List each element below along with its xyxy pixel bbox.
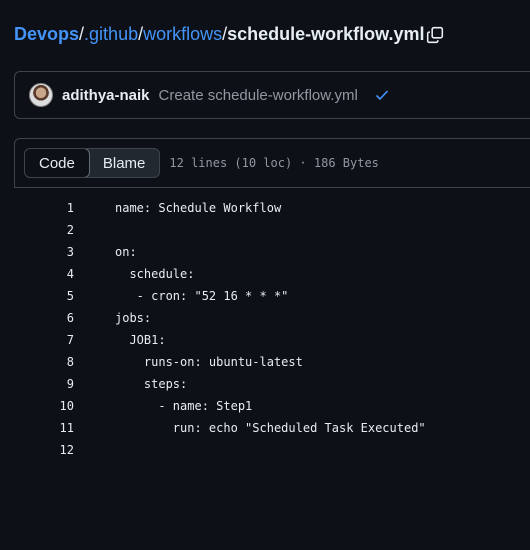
copy-path-button[interactable] [422,23,448,47]
line-content: name: Schedule Workflow [115,201,282,215]
line-number[interactable]: 8 [0,355,74,369]
commit-author[interactable]: adithya-naik [62,87,150,104]
copy-icon [426,26,444,44]
line-content: runs-on: ubuntu-latest [115,355,303,369]
line-number[interactable]: 6 [0,311,74,325]
code-line: 10 - name: Step1 [0,395,530,417]
view-toggle: Code Blame [24,148,161,178]
line-number[interactable]: 5 [0,289,74,303]
code-line: 1 name: Schedule Workflow [0,197,530,219]
breadcrumb-github-link[interactable]: .github [84,24,138,45]
check-icon [374,87,390,103]
code-line: 2 [0,219,530,241]
line-number[interactable]: 2 [0,223,74,237]
line-number[interactable]: 11 [0,421,74,435]
line-content: schedule: [115,267,195,281]
code-line: 12 [0,439,530,461]
line-content: jobs: [115,311,152,325]
file-header: Code Blame 12 lines (10 loc) · 186 Bytes [14,138,530,188]
breadcrumb-workflows-link[interactable]: workflows [143,24,222,45]
breadcrumb-file-name: schedule-workflow.yml [227,24,425,44]
code-view: 1 name: Schedule Workflow 2 3 on: 4 schedule:… [0,197,530,461]
line-content: - name: Step1 [115,399,253,413]
code-line: 5 - cron: "52 16 * * *" [0,285,530,307]
tab-code[interactable]: Code [25,149,90,177]
line-content: - cron: "52 16 * * *" [115,289,289,303]
line-number[interactable]: 12 [0,443,74,457]
line-number[interactable]: 4 [0,267,74,281]
line-content: on: [115,245,137,259]
line-number[interactable]: 10 [0,399,74,413]
file-info: 12 lines (10 loc) · 186 Bytes [169,156,379,170]
line-number[interactable]: 9 [0,377,74,391]
line-number[interactable]: 1 [0,201,74,215]
code-line: 7 JOB1: [0,329,530,351]
breadcrumb-repo-link[interactable]: Devops [14,24,79,45]
latest-commit-bar: adithya-naik Create schedule-workflow.ym… [14,71,530,119]
code-line: 9 steps: [0,373,530,395]
code-line: 6 jobs: [0,307,530,329]
avatar[interactable] [29,83,53,107]
line-content: JOB1: [115,333,166,347]
line-content: steps: [115,377,188,391]
code-line: 11 run: echo "Scheduled Task Executed" [0,417,530,439]
line-number[interactable]: 3 [0,245,74,259]
code-line: 4 schedule: [0,263,530,285]
tab-blame[interactable]: Blame [89,149,160,177]
code-line: 3 on: [0,241,530,263]
commit-message[interactable]: Create schedule-workflow.yml [159,87,358,104]
line-content: run: echo "Scheduled Task Executed" [115,421,426,435]
code-line: 8 runs-on: ubuntu-latest [0,351,530,373]
breadcrumb: Devops / .github / workflows / schedule-… [14,24,425,45]
line-number[interactable]: 7 [0,333,74,347]
